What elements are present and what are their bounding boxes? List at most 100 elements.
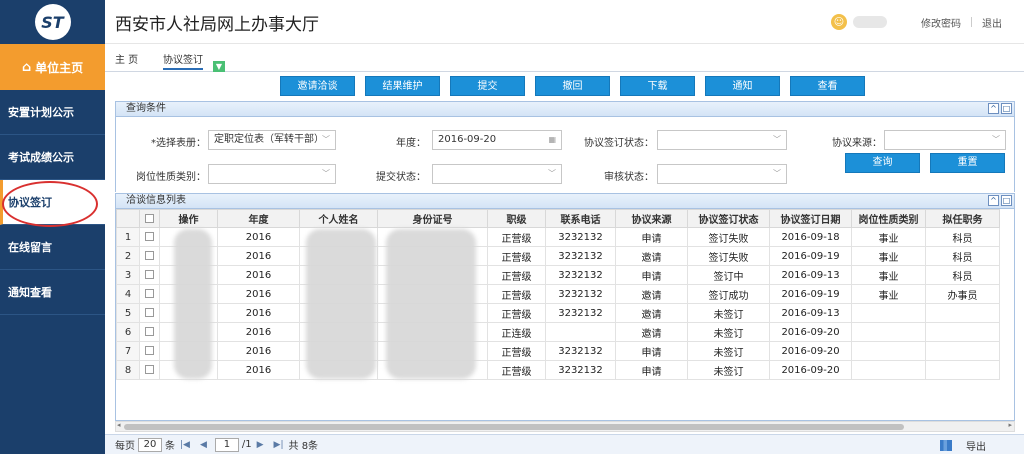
scroll-right-icon[interactable]: ▸ [1008,421,1012,429]
checkbox-icon[interactable] [145,232,154,241]
col-name: 个人姓名 [299,209,378,228]
sidebar-item-messages[interactable]: 在线留言 [0,225,105,270]
page-title: 西安市人社局网上办事大厅 [115,15,319,35]
download-button[interactable]: 下载 [620,76,695,96]
cell-status: 未签订 [687,303,770,323]
col-select-all[interactable] [139,209,160,228]
table-row[interactable]: 5 2016 正营级 3232132 邀请 未签订 2016-09-13 [116,303,1000,323]
row-select[interactable] [139,341,160,361]
submit-status-select[interactable]: ﹀ [432,164,562,184]
withdraw-button[interactable]: 撤回 [535,76,610,96]
cell-phone: 3232132 [545,265,616,285]
cell-date: 2016-09-20 [769,360,852,380]
search-button[interactable]: 查询 [845,153,920,173]
home-button[interactable]: ⌂ 单位主页 [0,44,105,90]
change-password-link[interactable]: 修改密码 [921,15,961,30]
row-index: 1 [116,227,140,247]
collapse-icon[interactable]: ^ [988,103,999,114]
checkbox-icon[interactable] [145,308,154,317]
checkbox-icon[interactable] [145,289,154,298]
cell-post [925,322,1000,342]
year-input[interactable]: 2016-09-20 ▦ [432,130,562,150]
maximize-icon[interactable]: □ [1001,195,1012,206]
cell-rank: 正营级 [487,303,546,323]
user-area: ☺ 修改密码 退出 [831,14,1002,30]
row-select[interactable] [139,284,160,304]
list-panel-header: 洽谈信息列表 ^ □ [115,193,1015,209]
agreement-source-select[interactable]: ﹀ [884,130,1006,150]
row-select[interactable] [139,322,160,342]
per-page-input[interactable]: 20 [138,437,162,452]
scroll-left-icon[interactable]: ◂ [117,421,121,429]
page-input[interactable]: 1 [214,437,239,452]
last-page-icon[interactable]: ▶| [274,440,284,450]
tab-home[interactable]: 主 页 [115,51,138,66]
collapse-icon[interactable]: ^ [988,195,999,206]
next-page-icon[interactable]: ▶ [257,440,264,450]
row-select[interactable] [139,265,160,285]
checkbox-icon[interactable] [145,365,154,374]
cell-date: 2016-09-19 [769,284,852,304]
tab-agreement[interactable]: 协议签订 [163,51,203,70]
checkbox-icon[interactable] [145,213,154,223]
post-nature-select[interactable]: ﹀ [208,164,336,184]
export-button[interactable]: 导出 [966,438,986,453]
sidebar-item-placement-plan[interactable]: 安置计划公示 [0,90,105,135]
view-button[interactable]: 查看 [790,76,865,96]
cell-status: 签订成功 [687,284,770,304]
cell-phone: 3232132 [545,227,616,247]
cell-post [925,341,1000,361]
redacted-ids [386,229,476,379]
table-row[interactable]: 3 2016 正营级 3232132 申请 签订中 2016-09-13 事业 科员 [116,265,1000,285]
table-row[interactable]: 4 2016 正营级 3232132 邀请 签订成功 2016-09-19 事业 办事员 [116,284,1000,304]
maximize-icon[interactable]: □ [1001,103,1012,114]
row-select[interactable] [139,227,160,247]
cell-rank: 正营级 [487,284,546,304]
checkbox-icon[interactable] [145,327,154,336]
cell-year: 2016 [217,246,300,266]
sidebar-item-agreement[interactable]: 协议签订 [0,180,105,225]
submit-button[interactable]: 提交 [450,76,525,96]
scrollbar-thumb[interactable] [124,424,904,430]
agreement-status-select[interactable]: ﹀ [657,130,787,150]
cell-status: 签订中 [687,265,770,285]
checkbox-icon[interactable] [145,270,154,279]
chart-icon[interactable] [940,440,952,451]
logo: ST [0,0,105,44]
tab-dropdown-icon[interactable]: ▼ [213,61,225,72]
checkbox-icon[interactable] [145,251,154,260]
chevron-down-icon: ﹀ [773,169,781,178]
row-select[interactable] [139,246,160,266]
table-select-value: 定职定位表（军转干部） [214,134,324,145]
toolbar: 邀请洽谈 结果维护 提交 撤回 下载 通知 查看 [280,76,875,98]
notify-button[interactable]: 通知 [705,76,780,96]
row-select[interactable] [139,303,160,323]
first-page-icon[interactable]: |◀ [180,440,190,450]
table-row[interactable]: 1 2016 正营级 3232132 申请 签订失败 2016-09-18 事业 科员 [116,227,1000,247]
table-row[interactable]: 2 2016 正营级 3232132 邀请 签订失败 2016-09-19 事业 科员 [116,246,1000,266]
cell-phone: 3232132 [545,341,616,361]
row-select[interactable] [139,360,160,380]
result-maintain-button[interactable]: 结果维护 [365,76,440,96]
year-label: 年度： [396,138,426,149]
table-row[interactable]: 7 2016 正营级 3232132 申请 未签订 2016-09-20 [116,341,1000,361]
table-row[interactable]: 8 2016 正营级 3232132 申请 未签订 2016-09-20 [116,360,1000,380]
calendar-icon[interactable]: ▦ [548,131,556,149]
redacted-actions [174,229,212,379]
horizontal-scrollbar[interactable]: ◂ ▸ [115,421,1015,432]
sidebar-item-notices[interactable]: 通知查看 [0,270,105,315]
table-select[interactable]: 定职定位表（军转干部） ﹀ [208,130,336,150]
redacted-names [306,229,376,379]
agreement-status-label: 协议签订状态： [584,138,654,149]
checkbox-icon[interactable] [145,346,154,355]
reset-button[interactable]: 重置 [930,153,1005,173]
logout-link[interactable]: 退出 [982,15,1002,30]
review-status-select[interactable]: ﹀ [657,164,787,184]
sidebar-item-exam-results[interactable]: 考试成绩公示 [0,135,105,180]
cell-phone: 3232132 [545,360,616,380]
cell-nature [851,341,926,361]
cell-year: 2016 [217,341,300,361]
prev-page-icon[interactable]: ◀ [200,440,207,450]
table-row[interactable]: 6 2016 正连级 邀请 未签订 2016-09-20 [116,322,1000,342]
invite-button[interactable]: 邀请洽谈 [280,76,355,96]
